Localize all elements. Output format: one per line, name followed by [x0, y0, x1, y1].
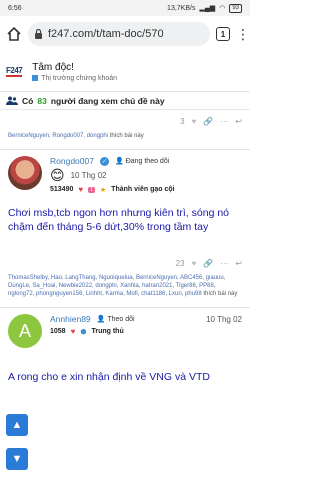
heart-icon[interactable]: ♥ [192, 259, 197, 268]
lock-icon [35, 29, 42, 39]
rank-label: Thành viên gạo cội [111, 186, 175, 193]
category-color-icon [32, 75, 39, 81]
menu-icon[interactable]: ⋮ [236, 26, 250, 43]
user-score: 1058 [50, 328, 66, 335]
tab-switcher-button[interactable]: 1 [216, 27, 230, 41]
post-header: A Annhien89 👤 Theo dõi 10 Thg 02 1058 ♥ ⬢… [8, 314, 242, 348]
rank-badge: 1 [88, 186, 95, 193]
post-actions: 3 ♥ 🔗 ··· ↩ [0, 110, 250, 132]
date-line: 😊 10 Thg 02 [50, 168, 242, 182]
viewers-count: 83 [37, 95, 47, 106]
shield-icon: ⬢ [80, 328, 87, 336]
reply-icon[interactable]: ↩ [235, 117, 242, 126]
battery-icon: 93 [229, 3, 242, 13]
divider [0, 298, 250, 308]
post-meta: Rongdo007 ✓ 👤 Đang theo dõi 😊 10 Thg 02 5… [50, 156, 242, 194]
user-plus-icon: 👤 [114, 158, 124, 165]
site-header: F247 Tâm độc! Thị trường chứng khoán [0, 52, 250, 92]
post-stream: 3 ♥ 🔗 ··· ↩ BerniceNguyen, Rongdo007, do… [0, 110, 250, 500]
signal-icon: ▂▄▆ [199, 5, 216, 12]
smiley-icon: 😊 [50, 167, 65, 183]
author-line: Annhien89 👤 Theo dõi 10 Thg 02 [50, 314, 242, 324]
rank-line: 1058 ♥ ⬢ Trung thủ [50, 327, 242, 336]
scroll-down-button[interactable]: ▼ [6, 448, 28, 470]
heart-icon[interactable]: ♥ [192, 117, 197, 126]
heart-icon: ♥ [78, 185, 84, 194]
more-icon[interactable]: ··· [220, 259, 228, 268]
likers-suffix: thích bài này [108, 133, 144, 139]
topic-header: Tâm độc! Thị trường chứng khoán [32, 62, 117, 82]
wifi-icon: ◠ [219, 5, 226, 12]
rank-label: Trung thủ [91, 328, 124, 335]
status-icons: 13,7KB/s ▂▄▆ ◠ 93 [167, 3, 242, 13]
follow-button[interactable]: 👤 Theo dõi [96, 315, 135, 324]
heart-icon: ♥ [70, 327, 76, 336]
likers-line: ThomasShelby, Hao, LangThang, Nguoiquelu… [0, 274, 250, 298]
post-previous-footer: 3 ♥ 🔗 ··· ↩ BerniceNguyen, Rongdo007, do… [0, 110, 250, 150]
post-body: Chơi msb,tcb ngon hơn nhưng kiên trì, só… [8, 207, 230, 233]
link-icon[interactable]: 🔗 [203, 117, 213, 126]
divider [0, 140, 250, 150]
topic-title[interactable]: Tâm độc! [32, 62, 117, 73]
category-label: Thị trường chứng khoán [41, 74, 118, 82]
author-line: Rongdo007 ✓ 👤 Đang theo dõi [50, 156, 242, 166]
viewers-banner: Có 83 người đang xem chủ đề này [0, 92, 250, 110]
address-bar[interactable]: f247.com/t/tam-doc/570 [28, 22, 210, 46]
home-icon[interactable] [6, 26, 22, 42]
author-name[interactable]: Annhien89 [50, 314, 91, 324]
site-logo[interactable]: F247 [6, 66, 23, 77]
follow-label: Đang theo dõi [125, 157, 170, 165]
post-rongdo007: Rongdo007 ✓ 👤 Đang theo dõi 😊 10 Thg 02 5… [0, 150, 250, 234]
clock: 6:56 [8, 4, 22, 12]
post-header: Rongdo007 ✓ 👤 Đang theo dõi 😊 10 Thg 02 5… [8, 156, 242, 194]
link-icon[interactable]: 🔗 [203, 259, 213, 268]
user-plus-icon: 👤 [96, 316, 106, 323]
network-speed: 13,7KB/s [167, 4, 196, 12]
star-icon: ★ [99, 186, 107, 194]
likers-names[interactable]: BerniceNguyen, Rongdo007, dongphi [8, 133, 108, 139]
post-actions: 23 ♥ 🔗 ··· ↩ [0, 252, 250, 274]
post-date[interactable]: 10 Thg 02 [71, 171, 107, 180]
reply-icon[interactable]: ↩ [235, 259, 242, 268]
like-count: 3 [180, 116, 185, 126]
user-score: 513490 [50, 186, 74, 193]
status-bar: 6:56 13,7KB/s ▂▄▆ ◠ 93 [0, 0, 250, 16]
viewers-suffix: người đang xem chủ đề này [50, 95, 165, 106]
likers-suffix: thích bài này [201, 291, 238, 297]
author-name[interactable]: Rongdo007 [50, 156, 94, 166]
author-group: Annhien89 👤 Theo dõi [50, 314, 135, 324]
more-icon[interactable]: ··· [220, 117, 228, 126]
likers-line: BerniceNguyen, Rongdo007, dongphi thích … [0, 132, 250, 140]
url-text: f247.com/t/tam-doc/570 [48, 28, 164, 40]
post-meta: Annhien89 👤 Theo dõi 10 Thg 02 1058 ♥ ⬢ T… [50, 314, 242, 348]
follow-button[interactable]: 👤 Đang theo dõi [114, 157, 170, 166]
verified-icon: ✓ [99, 156, 109, 166]
post-date[interactable]: 10 Thg 02 [206, 315, 242, 324]
post-annhien89: A Annhien89 👤 Theo dõi 10 Thg 02 1058 ♥ ⬢… [0, 308, 250, 384]
scroll-up-button[interactable]: ▲ [6, 414, 28, 436]
viewers-prefix: Có [22, 95, 34, 106]
avatar[interactable] [8, 156, 42, 190]
category-link[interactable]: Thị trường chứng khoán [32, 75, 117, 82]
like-count: 23 [175, 258, 185, 268]
post-footer: 23 ♥ 🔗 ··· ↩ ThomasShelby, Hao, LangThan… [0, 252, 250, 308]
rank-line: 513490 ♥ 1 ★ Thành viên gạo cội [50, 185, 242, 194]
users-icon [6, 96, 18, 105]
likers-names[interactable]: ThomasShelby, Hao, LangThang, Nguoiquelu… [8, 275, 225, 297]
follow-label: Theo dõi [107, 315, 135, 323]
avatar[interactable]: A [8, 314, 42, 348]
post-body: A rong cho e xin nhận định về VNG và VTD [8, 371, 210, 383]
browser-toolbar: f247.com/t/tam-doc/570 1 ⋮ [0, 16, 250, 52]
